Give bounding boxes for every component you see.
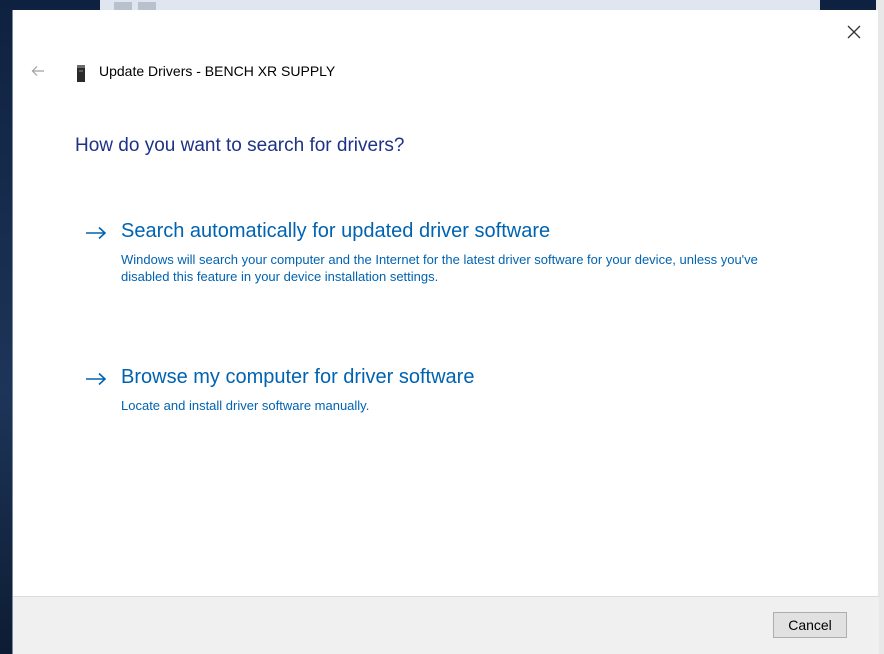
background-window-tab — [138, 2, 156, 10]
update-drivers-dialog: Update Drivers - BENCH XR SUPPLY How do … — [12, 10, 879, 654]
cancel-button[interactable]: Cancel — [773, 612, 847, 638]
close-button[interactable] — [842, 20, 866, 44]
option-description: Windows will search your computer and th… — [121, 252, 758, 284]
dialog-footer: Cancel — [13, 596, 879, 654]
back-arrow-icon — [31, 66, 44, 76]
right-arrow-icon — [86, 226, 107, 240]
usb-device-icon — [77, 65, 85, 82]
option-title[interactable]: Browse my computer for driver software — [121, 366, 474, 389]
page-heading: How do you want to search for drivers? — [75, 135, 405, 156]
right-arrow-icon — [86, 372, 107, 386]
dialog-title: Update Drivers - BENCH XR SUPPLY — [99, 63, 336, 79]
option-description: Locate and install driver software manua… — [121, 398, 370, 413]
back-button[interactable] — [29, 62, 47, 80]
desktop-background: Update Drivers - BENCH XR SUPPLY How do … — [0, 0, 884, 654]
background-window-tab — [114, 2, 132, 10]
close-icon — [847, 25, 861, 39]
option-title[interactable]: Search automatically for updated driver … — [121, 220, 550, 243]
